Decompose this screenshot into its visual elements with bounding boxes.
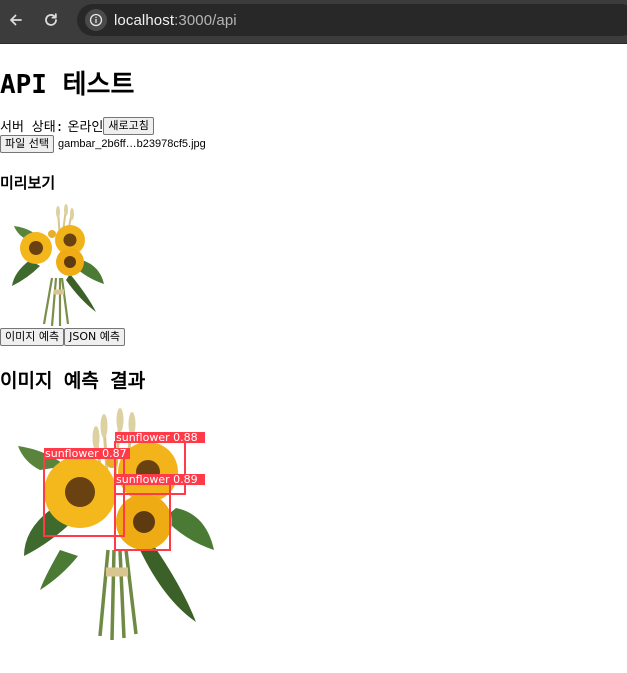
page-title: API 테스트 xyxy=(0,70,135,100)
reload-button[interactable] xyxy=(39,8,63,32)
detection-label: sunflower 0.89 xyxy=(116,473,198,486)
url-path: :3000/api xyxy=(174,11,237,29)
image-predict-button[interactable]: 이미지 예측 xyxy=(0,328,65,346)
preview-heading: 미리보기 xyxy=(0,174,56,192)
browser-toolbar: localhost:3000/api xyxy=(0,0,627,44)
url-host: localhost xyxy=(114,11,175,29)
preview-image xyxy=(12,204,104,327)
file-input: 파일 선택 gambar_2b6ff…b23978cf5.jpg xyxy=(0,135,206,153)
result-image: sunflower 0.87 sunflower 0.88 sunflower … xyxy=(18,408,214,641)
back-button[interactable] xyxy=(4,8,28,32)
reload-icon xyxy=(45,13,57,26)
refresh-button[interactable]: 새로고침 xyxy=(103,116,154,135)
site-info-icon[interactable] xyxy=(85,9,107,31)
detection-label: sunflower 0.88 xyxy=(116,431,198,444)
result-heading: 이미지 예측 결과 xyxy=(0,370,146,392)
url-text: localhost:3000/api xyxy=(114,12,237,29)
server-status-label: 서버 상태: xyxy=(0,120,64,135)
predict-buttons: 이미지 예측 JSON 예측 xyxy=(0,328,125,346)
back-arrow-icon xyxy=(10,14,22,26)
file-name: gambar_2b6ff…b23978cf5.jpg xyxy=(57,138,206,150)
file-select-button[interactable]: 파일 선택 xyxy=(0,135,54,153)
detection-label: sunflower 0.87 xyxy=(45,447,127,460)
server-status: 서버 상태: 온라인 새로고침 xyxy=(0,116,154,135)
server-status-value: 온라인 xyxy=(67,120,104,135)
address-bar[interactable]: localhost:3000/api xyxy=(77,4,627,36)
json-predict-button[interactable]: JSON 예측 xyxy=(64,328,125,346)
